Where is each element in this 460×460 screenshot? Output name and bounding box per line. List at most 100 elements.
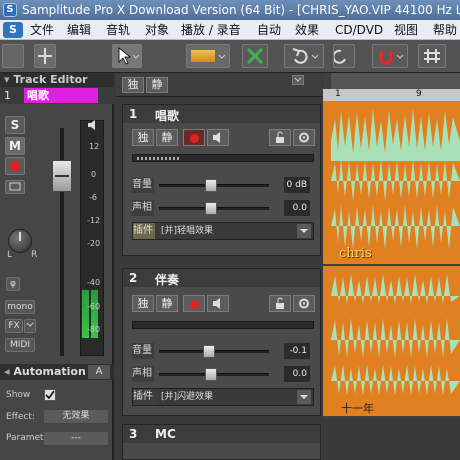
menu-automation[interactable]: 自动 bbox=[254, 20, 284, 40]
phase-button[interactable]: φ bbox=[6, 277, 20, 291]
track-1-record-button[interactable] bbox=[183, 129, 205, 146]
menu-cd-dvd[interactable]: CD/DVD bbox=[332, 20, 386, 40]
track-2-level-meter bbox=[132, 321, 314, 329]
track-2-volume-knob[interactable] bbox=[203, 345, 215, 358]
mono-button[interactable]: mono bbox=[5, 300, 35, 314]
x-icon bbox=[246, 47, 264, 65]
undo-icon bbox=[292, 48, 319, 64]
track-1-plugin-row[interactable]: 插件 [并]轻唱效果 bbox=[132, 222, 314, 240]
volume-fader-knob[interactable] bbox=[52, 160, 72, 192]
track-editor-track-name[interactable]: 唱歌 bbox=[24, 88, 98, 103]
track-1-clip-label: chris bbox=[339, 246, 372, 261]
track-2-settings-button[interactable] bbox=[293, 295, 315, 312]
track-2-number: 2 bbox=[129, 271, 138, 285]
track-1-monitor-button[interactable] bbox=[207, 129, 229, 146]
header-menu-button[interactable] bbox=[292, 75, 304, 85]
effect-select[interactable]: 无效果 bbox=[44, 410, 108, 423]
track-2-volume-value[interactable]: -0.1 bbox=[284, 343, 310, 359]
fx-button[interactable]: FX bbox=[5, 319, 23, 333]
menu-effects[interactable]: 效果 bbox=[292, 20, 322, 40]
track-2-name[interactable]: 伴奏 bbox=[155, 271, 179, 288]
track-3-lane[interactable] bbox=[323, 418, 460, 460]
track-1-plugin-value: [并]轻唱效果 bbox=[161, 226, 214, 236]
track-2-plugin-row[interactable]: 插件 [并]闪避效果 bbox=[132, 388, 314, 406]
mute-button[interactable]: M bbox=[5, 137, 25, 155]
menu-help[interactable]: 帮助 bbox=[430, 20, 460, 40]
track-3: 3 MC bbox=[122, 424, 321, 460]
monitor-icon bbox=[9, 182, 21, 191]
track-2-pan-value[interactable]: 0.0 bbox=[284, 366, 310, 382]
track-2-mute-button[interactable]: 静 bbox=[156, 295, 178, 312]
samplitude-logo-icon[interactable]: S bbox=[3, 22, 23, 38]
speaker-icon bbox=[213, 298, 220, 309]
track-1-settings-button[interactable] bbox=[293, 129, 315, 146]
toolbar-grip-icon[interactable] bbox=[2, 44, 24, 68]
midi-button[interactable]: MIDI bbox=[5, 338, 35, 352]
track-3-name[interactable]: MC bbox=[155, 427, 176, 441]
menu-object[interactable]: 对象 bbox=[142, 20, 172, 40]
menu-view[interactable]: 视图 bbox=[391, 20, 421, 40]
track-1-lock-button[interactable] bbox=[269, 129, 291, 146]
cut-tool-button[interactable] bbox=[242, 44, 268, 68]
meter-scale-0: 0 bbox=[91, 170, 97, 179]
track-1-volume-knob[interactable] bbox=[205, 179, 217, 192]
monitor-button[interactable] bbox=[5, 180, 25, 194]
fx-dropdown-button[interactable] bbox=[24, 319, 36, 333]
solo-all-button[interactable]: 独 bbox=[122, 77, 144, 93]
menu-playback-record[interactable]: 播放 / 录音 bbox=[178, 20, 244, 40]
track-1-audio-clip[interactable]: chris bbox=[323, 101, 460, 264]
timeline-ruler[interactable]: 1 9 bbox=[323, 89, 460, 101]
track-2-plugin-dropdown[interactable] bbox=[297, 390, 311, 404]
grid-button[interactable] bbox=[418, 44, 446, 68]
parameter-select[interactable]: --- bbox=[44, 432, 108, 445]
app-icon[interactable]: S bbox=[3, 3, 17, 17]
chevron-down-icon bbox=[294, 77, 302, 82]
track-2-record-button[interactable] bbox=[183, 295, 205, 312]
track-2-monitor-button[interactable] bbox=[207, 295, 229, 312]
cursor-icon bbox=[118, 47, 140, 65]
track-2: 2 伴奏 独 静 音量 -0.1 声相 0.0 插件 [并]闪避效果 bbox=[122, 268, 321, 416]
mouse-mode-button[interactable] bbox=[112, 44, 142, 68]
collapse-arrow-icon[interactable]: ▾ bbox=[4, 73, 13, 86]
track-1-number: 1 bbox=[129, 107, 138, 121]
solo-button[interactable]: S bbox=[5, 116, 25, 134]
track-1-solo-button[interactable]: 独 bbox=[132, 129, 154, 146]
menu-file[interactable]: 文件 bbox=[27, 20, 57, 40]
track-1-plugin-dropdown[interactable] bbox=[297, 224, 311, 238]
track-1-level-meter bbox=[132, 154, 314, 162]
track-1-header: 1 唱歌 bbox=[123, 105, 320, 123]
record-arm-button[interactable] bbox=[5, 157, 25, 175]
track-2-lock-button[interactable] bbox=[269, 295, 291, 312]
snap-button[interactable] bbox=[372, 44, 408, 68]
track-1-pan-knob[interactable] bbox=[205, 202, 217, 215]
track-1-mute-button[interactable]: 静 bbox=[156, 129, 178, 146]
pan-right-label: R bbox=[31, 250, 38, 260]
track-1-volume-label: 音量 bbox=[132, 177, 154, 193]
track-2-audio-clip[interactable]: 十一年 bbox=[323, 266, 460, 416]
mute-all-button[interactable]: 静 bbox=[146, 77, 168, 93]
menu-track[interactable]: 音轨 bbox=[103, 20, 133, 40]
speaker-icon[interactable] bbox=[86, 118, 100, 135]
window-title-bar: Samplitude Pro X Download Version (64 Bi… bbox=[0, 0, 460, 20]
track-2-solo-button[interactable]: 独 bbox=[132, 295, 154, 312]
track-2-plugin-label: 插件 bbox=[133, 389, 155, 405]
automation-tab[interactable]: A bbox=[88, 365, 110, 379]
record-icon bbox=[10, 161, 20, 171]
collapse-arrow-icon[interactable]: ◂ bbox=[4, 365, 13, 378]
color-select-button[interactable] bbox=[186, 44, 230, 68]
track-1-name[interactable]: 唱歌 bbox=[155, 107, 179, 124]
track-1-volume-value[interactable]: 0 dB bbox=[284, 177, 310, 193]
checkmark-icon bbox=[45, 390, 55, 400]
meter-scale-12: 12 bbox=[89, 142, 100, 151]
track-2-pan-knob[interactable] bbox=[205, 368, 217, 381]
speaker-icon bbox=[213, 132, 220, 143]
track-3-number: 3 bbox=[129, 427, 138, 441]
pan-left-label: L bbox=[7, 250, 13, 260]
edit-mode-icon[interactable] bbox=[34, 44, 56, 68]
track-editor-track-number: 1 bbox=[4, 89, 11, 102]
track-1-pan-value[interactable]: 0.0 bbox=[284, 200, 310, 216]
menu-edit[interactable]: 编辑 bbox=[64, 20, 94, 40]
redo-button[interactable] bbox=[332, 44, 355, 68]
undo-button[interactable] bbox=[284, 44, 324, 68]
show-checkbox[interactable] bbox=[44, 389, 56, 401]
